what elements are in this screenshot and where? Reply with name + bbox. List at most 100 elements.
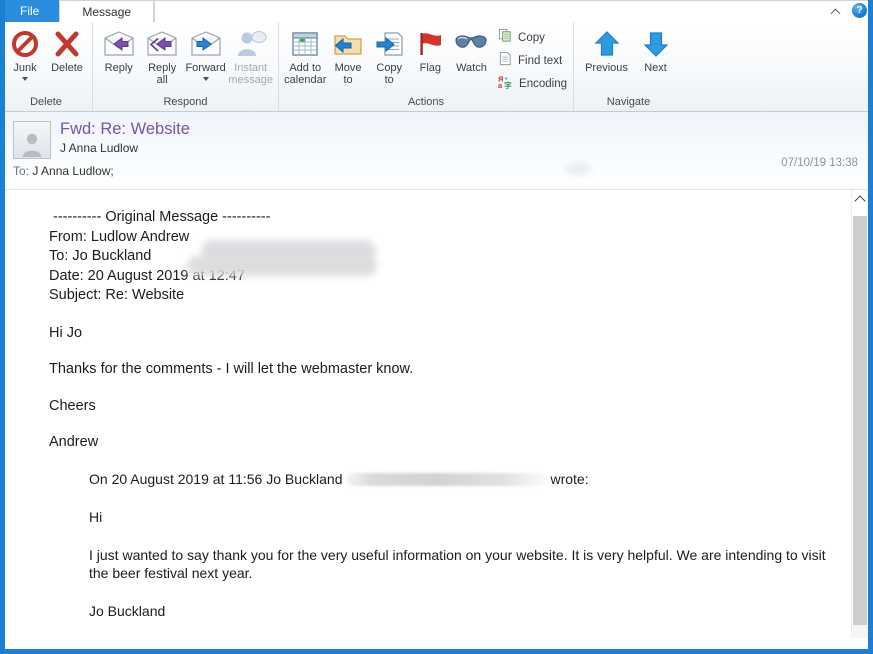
scroll-up-arrow-icon[interactable]: [852, 190, 868, 207]
tabbar-right-controls: ?: [831, 0, 867, 21]
ribbon-button-flag-label: Flag: [419, 62, 442, 74]
ribbon-button-junk-label: Junk: [13, 62, 37, 74]
ribbon-button-copy-to-label: Copy to: [376, 62, 403, 86]
flag-icon: [415, 27, 445, 61]
ribbon-button-delete-label: Delete: [51, 62, 83, 74]
message-recipients: To: J Anna Ludlow;: [13, 164, 858, 178]
body-paragraph: Thanks for the comments - I will let the…: [49, 361, 414, 377]
ribbon-group-navigate: Previous Next Navigate: [573, 22, 683, 111]
find-text-page-icon: [498, 51, 513, 71]
encoding-icon: Я ▾ a 字: [498, 74, 514, 94]
ribbon-button-encoding[interactable]: Я ▾ a 字 Encoding: [498, 74, 567, 94]
contact-avatar-icon: [13, 121, 51, 159]
ribbon-button-watch-label: Watch: [456, 62, 487, 74]
ribbon-button-next-label: Next: [644, 62, 667, 74]
message-to-value: J Anna Ludlow;: [32, 164, 114, 178]
quote-paragraph: I just wanted to say thank you for the v…: [89, 546, 826, 581]
ribbon-button-forward[interactable]: Forward: [184, 24, 227, 81]
original-message-date: Date: 20 August 2019 at 12:47: [49, 267, 245, 284]
ribbon-small-buttons: Copy Find text Я ▾ a 字 Encoding: [492, 24, 569, 94]
ribbon-button-move-to-label: Move to: [334, 62, 362, 86]
ribbon-button-copy[interactable]: Copy: [498, 28, 567, 48]
scroll-track[interactable]: [853, 625, 867, 638]
ribbon-button-move-to[interactable]: Move to: [328, 24, 369, 86]
body-greeting: Hi Jo: [49, 324, 83, 341]
original-message-to: To: Jo Buckland: [49, 248, 152, 264]
ribbon-button-previous-label: Previous: [585, 62, 628, 74]
ribbon-button-reply-all[interactable]: Reply all: [140, 24, 183, 86]
watch-glasses-icon: [454, 27, 488, 61]
ribbon-button-add-to-calendar[interactable]: Add to calendar: [283, 24, 328, 86]
ribbon-button-find-text-label: Find text: [518, 55, 563, 67]
tabbar-filler: [154, 0, 868, 22]
outlook-message-window: File Message ? Junk Delete Delete Reply …: [0, 0, 873, 654]
ribbon-button-instant-message-label: Instant message: [228, 62, 273, 86]
ribbon-button-previous[interactable]: Previous: [580, 24, 634, 75]
scroll-thumb[interactable]: [853, 216, 867, 625]
quoted-message: On 20 August 2019 at 11:56 Jo Buckland wr…: [89, 470, 828, 620]
ribbon-button-watch[interactable]: Watch: [451, 24, 492, 75]
message-body-content: ---------- Original Message ---------- F…: [5, 208, 868, 620]
message-header-top: Fwd: Re: Website J Anna Ludlow: [13, 120, 858, 159]
body-signoff: Cheers: [49, 397, 96, 414]
ribbon-group-delete: Junk Delete Delete: [5, 22, 92, 111]
chevron-down-icon[interactable]: [22, 76, 28, 81]
quote-greeting: Hi: [89, 508, 103, 525]
ribbon-button-next[interactable]: Next: [634, 24, 678, 75]
ribbon-empty-area: [683, 22, 868, 111]
body-signature: Andrew: [49, 434, 99, 450]
chevron-down-icon[interactable]: [202, 76, 209, 81]
quote-signature: Jo Buckland: [89, 602, 166, 619]
chevron-up-icon[interactable]: [831, 5, 843, 17]
reply-all-envelope-icon: [145, 27, 179, 61]
ribbon-button-junk[interactable]: Junk: [5, 24, 46, 81]
ribbon-button-forward-label: Forward: [185, 62, 226, 74]
original-message-header: ---------- Original Message ---------- F…: [49, 208, 828, 306]
original-message-from: From: Ludlow Andrew: [49, 228, 190, 245]
quote-attribution: On 20 August 2019 at 11:56 Jo Buckland wr…: [89, 470, 828, 488]
tab-message[interactable]: Message: [59, 0, 155, 22]
instant-message-person-icon: [235, 27, 267, 61]
ribbon-button-flag[interactable]: Flag: [410, 24, 451, 75]
body-scrollbar[interactable]: [851, 190, 868, 638]
ribbon: Junk Delete Delete Reply Reply all Forwa…: [5, 22, 868, 112]
ribbon-button-copy-to[interactable]: Copy to: [369, 24, 410, 86]
ribbon-button-delete[interactable]: Delete: [46, 24, 88, 75]
reply-envelope-icon: [102, 27, 136, 61]
calendar-icon: [290, 27, 320, 61]
message-header: Fwd: Re: Website J Anna Ludlow To: J Ann…: [5, 112, 868, 190]
arrow-down-icon: [642, 27, 670, 61]
delete-x-icon: [52, 27, 82, 61]
ribbon-button-reply[interactable]: Reply: [97, 24, 140, 75]
header-redaction-smudge: [565, 162, 591, 176]
ribbon-button-instant-message[interactable]: Instant message: [227, 24, 274, 86]
ribbon-button-add-to-calendar-label: Add to calendar: [284, 62, 327, 86]
tab-file[interactable]: File: [5, 0, 60, 22]
message-header-text: Fwd: Re: Website J Anna Ludlow: [60, 120, 190, 156]
svg-text:字: 字: [504, 80, 512, 89]
quote-attribution-prefix: On 20 August 2019 at 11:56 Jo Buckland: [89, 470, 343, 487]
ribbon-button-copy-label: Copy: [518, 32, 545, 44]
ribbon-button-reply-all-label: Reply all: [148, 62, 177, 86]
message-sender: J Anna Ludlow: [60, 141, 139, 155]
copy-icon: [498, 28, 513, 48]
message-to-label: To:: [13, 164, 30, 178]
ribbon-tabbar: File Message ?: [5, 0, 868, 22]
ribbon-group-actions: Add to calendar Move to Copy to Flag Wat…: [278, 22, 573, 111]
ribbon-group-label-delete: Delete: [30, 96, 62, 108]
message-date: 07/10/19 13:38: [781, 157, 858, 169]
ribbon-group-label-respond: Respond: [163, 96, 208, 108]
help-icon[interactable]: ?: [852, 3, 867, 18]
message-body: ---------- Original Message ---------- F…: [5, 190, 868, 638]
arrow-up-icon: [593, 27, 621, 61]
ribbon-button-encoding-label: Encoding: [519, 78, 567, 90]
ribbon-group-label-actions: Actions: [407, 96, 445, 108]
to-email-redaction: [187, 256, 377, 276]
original-message-subject: Subject: Re: Website: [49, 287, 185, 303]
ribbon-group-respond: Reply Reply all Forward Instant message …: [92, 22, 278, 111]
ribbon-button-find-text[interactable]: Find text: [498, 51, 567, 71]
copy-to-page-icon: [373, 27, 405, 61]
ribbon-group-label-navigate: Navigate: [606, 96, 651, 108]
junk-no-entry-icon: [10, 27, 40, 61]
forward-envelope-icon: [189, 27, 223, 61]
